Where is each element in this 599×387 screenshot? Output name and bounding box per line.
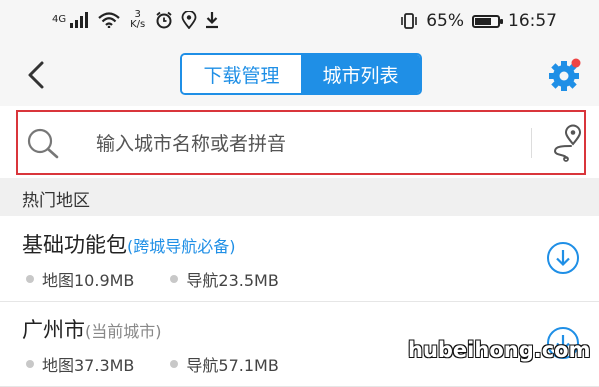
watermark: hubeihong.com (408, 338, 591, 362)
download-icon[interactable] (546, 241, 580, 275)
alarm-icon (156, 11, 172, 29)
network-type: 4G (52, 14, 67, 25)
city-search-input[interactable] (94, 126, 518, 162)
status-left: 4G 3 K/s (52, 10, 219, 30)
section-title: 热门地区 (22, 191, 90, 211)
status-right: 65% 16:57 (400, 11, 557, 31)
tab-city-list[interactable]: 城市列表 (301, 55, 420, 93)
section-header: 热门地区 (0, 178, 599, 216)
map-size: 地图37.3MB (42, 356, 135, 375)
network-speed: 3 K/s (130, 10, 145, 30)
item-meta: 地图37.3MB 导航57.1MB (26, 352, 315, 376)
bullet-icon (170, 275, 179, 283)
settings-gear-icon[interactable] (548, 58, 582, 92)
speed-unit: K/s (130, 19, 146, 30)
item-name: 广州市 (22, 318, 85, 342)
location-status-icon (181, 11, 197, 29)
wifi-icon (98, 12, 120, 28)
back-arrow-icon[interactable] (22, 60, 50, 90)
status-bar: 4G 3 K/s 65% 16:57 (0, 0, 599, 44)
tab-switcher: 下载管理 城市列表 (180, 53, 422, 95)
tab-download-manager[interactable]: 下载管理 (182, 55, 301, 93)
search-bar (16, 110, 586, 175)
bullet-icon (26, 275, 34, 283)
map-size: 地图10.9MB (42, 271, 135, 290)
route-location-icon[interactable] (544, 124, 584, 162)
item-note: (当前城市) (85, 322, 162, 341)
item-note: (跨城导航必备) (127, 237, 236, 256)
nav-size: 导航23.5MB (186, 271, 279, 290)
battery-level (475, 17, 491, 25)
nav-size: 导航57.1MB (186, 356, 279, 375)
notification-dot (571, 58, 581, 68)
battery-icon (472, 14, 503, 28)
item-name: 基础功能包 (22, 233, 127, 257)
search-icon (27, 128, 59, 159)
vibrate-icon (401, 13, 418, 29)
item-meta: 地图10.9MB 导航23.5MB (26, 267, 315, 291)
search-divider (531, 128, 532, 158)
signal-icon (70, 12, 89, 28)
item-title: 基础功能包(跨城导航必备) (22, 229, 236, 259)
bullet-icon (170, 360, 179, 368)
nav-bar: 下载管理 城市列表 (0, 44, 599, 106)
item-title: 广州市(当前城市) (22, 314, 162, 344)
download-status-icon (206, 12, 219, 29)
list-item[interactable]: 基础功能包(跨城导航必备) 地图10.9MB 导航23.5MB (0, 217, 599, 302)
clock: 16:57 (508, 11, 557, 31)
battery-percent: 65% (426, 11, 464, 31)
bullet-icon (26, 360, 34, 368)
